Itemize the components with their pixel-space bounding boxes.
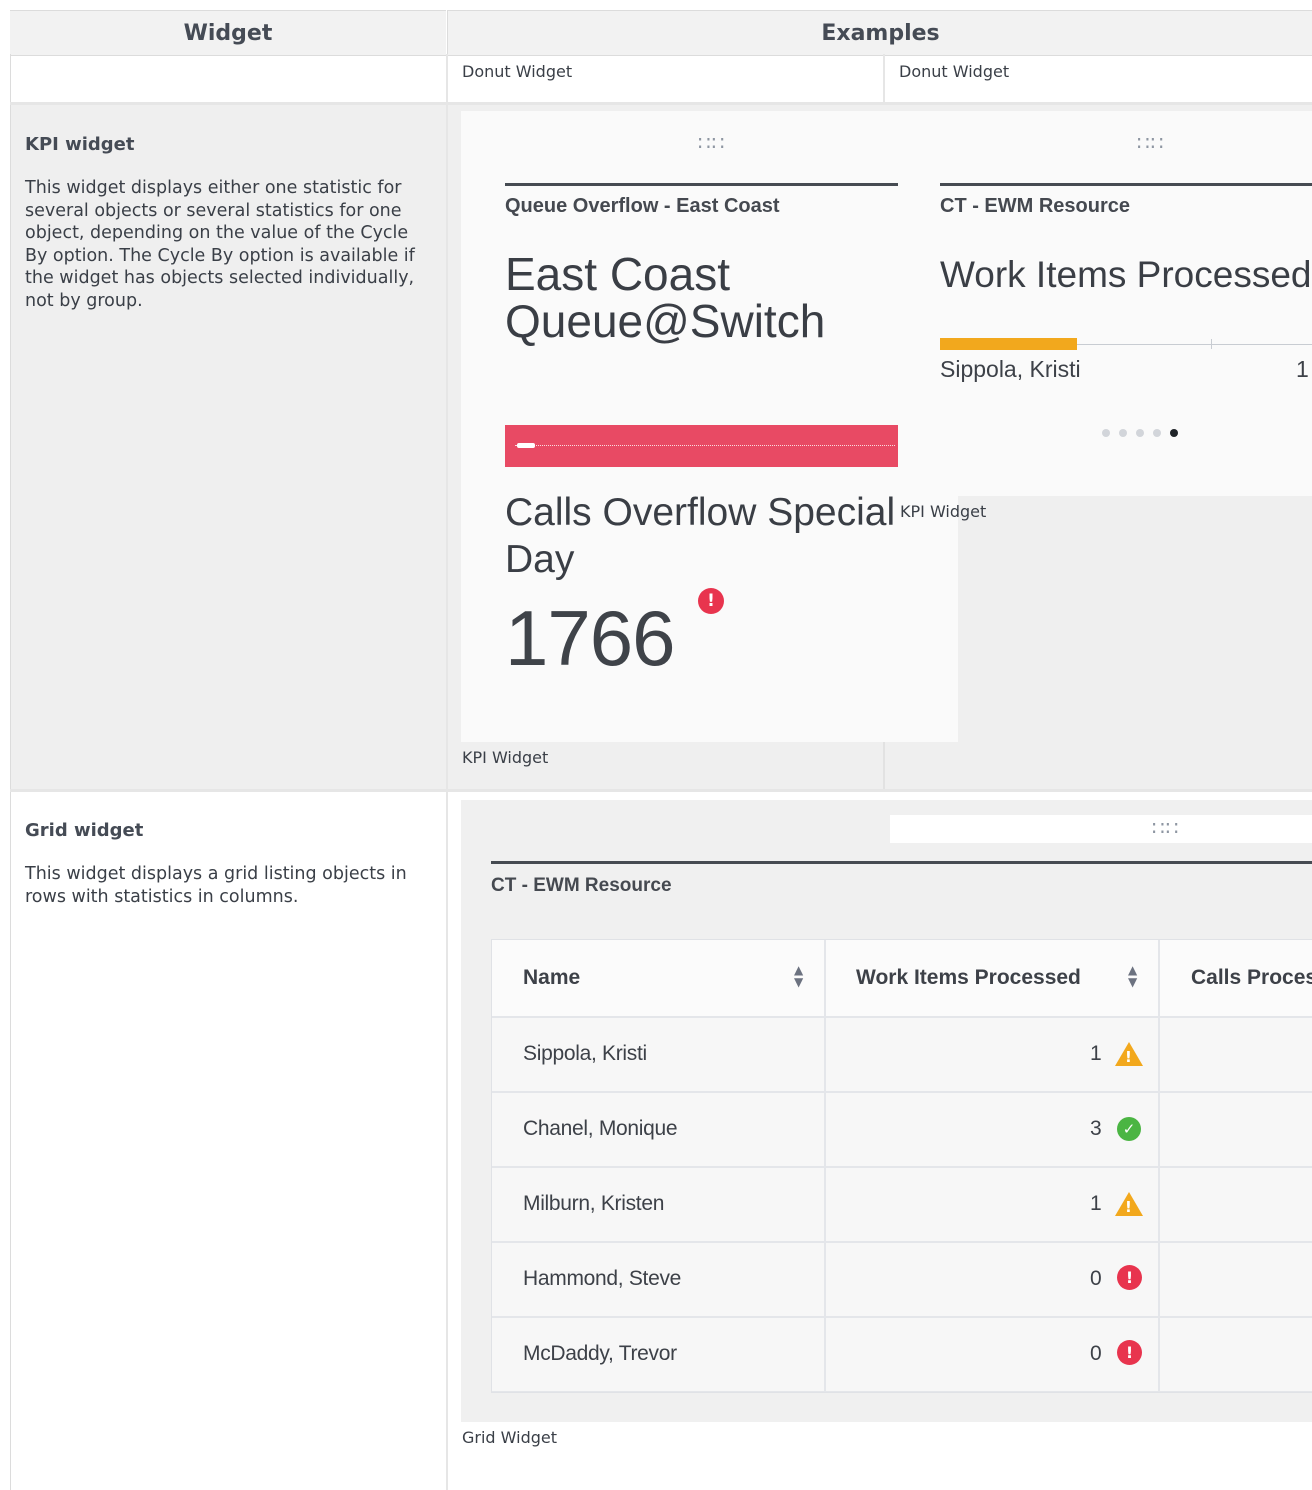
card-header: CT - EWM Resource	[940, 195, 1131, 217]
card-header-rule	[491, 861, 1312, 864]
error-icon: !	[1117, 1265, 1142, 1290]
card-header: CT - EWM Resource	[491, 875, 672, 896]
warning-mark: !	[1125, 1198, 1132, 1216]
grid-card: ∷∷ CT - EWM Resource Name ▲ ▼ Work Items …	[461, 800, 1312, 1422]
warning-mark: !	[1125, 1048, 1132, 1066]
name-cell: Milburn, Kristen	[492, 1168, 826, 1241]
examples-divider-donut	[883, 54, 885, 103]
name-cell: Hammond, Steve	[492, 1243, 826, 1316]
kpi-caption-2: KPI Widget	[900, 502, 987, 521]
resource-name: Chanel, Monique	[523, 1117, 678, 1140]
drag-handle-icon[interactable]: ∷∷	[1152, 818, 1179, 838]
grid-table: Name ▲ ▼ Work Items Processed ▲ ▼ Calls Pr…	[491, 939, 1312, 1393]
donut-caption-2: Donut Widget	[899, 62, 1010, 81]
pager-dots	[1102, 429, 1178, 437]
kpi-card-queue-overflow: ∷∷ Queue Overflow - East Coast East Coas…	[461, 111, 958, 742]
sort-icon[interactable]: ▲ ▼	[794, 964, 803, 988]
column-label: Work Items Processed	[856, 966, 1081, 989]
work-items-value: 1	[1090, 1042, 1102, 1065]
calls-cell	[1160, 1318, 1312, 1391]
grid-column-header-calls[interactable]: Calls Proces	[1160, 940, 1312, 1016]
pager-dot[interactable]	[1136, 429, 1144, 437]
card-header-rule	[940, 183, 1312, 186]
resource-name: Hammond, Steve	[523, 1267, 682, 1290]
work-items-cell: 1!	[826, 1018, 1160, 1091]
grid-column-header-name[interactable]: Name ▲ ▼	[492, 940, 826, 1016]
calls-cell	[1160, 1243, 1312, 1316]
checkmark-icon: ✓	[1117, 1117, 1141, 1141]
kpi-value: 1766	[505, 594, 676, 682]
error-status-icon: !	[698, 588, 724, 614]
card-header: Queue Overflow - East Coast	[505, 195, 780, 217]
table-row[interactable]: Milburn, Kristen 1!	[492, 1168, 1312, 1243]
work-items-value: 0	[1090, 1342, 1102, 1365]
drag-handle-icon[interactable]: ∷∷	[698, 133, 725, 153]
calls-cell	[1160, 1093, 1312, 1166]
row-divider-2	[10, 789, 1312, 792]
work-items-value: 1	[1090, 1192, 1102, 1215]
kpi-bar-tick	[1211, 339, 1212, 349]
kpi-bar-value: 1	[1296, 356, 1309, 382]
kpi-threshold-bar	[505, 425, 898, 467]
grid-widget-title: Grid widget	[25, 820, 144, 841]
pager-dot[interactable]	[1102, 429, 1110, 437]
table-row[interactable]: Sippola, Kristi 1!	[492, 1018, 1312, 1093]
donut-caption-1: Donut Widget	[462, 62, 573, 81]
calls-cell	[1160, 1168, 1312, 1241]
kpi-caption-1: KPI Widget	[462, 748, 549, 767]
resource-name: Sippola, Kristi	[523, 1042, 647, 1065]
pager-dot[interactable]	[1170, 429, 1178, 437]
calls-cell	[1160, 1018, 1312, 1091]
header-examples-label: Examples	[821, 20, 940, 46]
name-cell: Chanel, Monique	[492, 1093, 826, 1166]
grid-caption: Grid Widget	[462, 1428, 558, 1447]
table-header-widget: Widget	[10, 10, 446, 56]
resource-name: McDaddy, Trevor	[523, 1342, 677, 1365]
resource-name: Milburn, Kristen	[523, 1192, 665, 1215]
kpi-widget-title: KPI widget	[25, 134, 135, 155]
kpi-card-ewm-resource: ∷∷ CT - EWM Resource Work Items Processe…	[899, 111, 1312, 496]
kpi-bar-fill	[940, 338, 1077, 350]
error-icon: !	[1117, 1340, 1142, 1365]
work-items-cell: 3 ✓	[826, 1093, 1160, 1166]
name-cell: McDaddy, Trevor	[492, 1318, 826, 1391]
work-items-value: 3	[1090, 1117, 1102, 1140]
warning-icon: !	[1115, 1042, 1143, 1066]
examples-divider-kpi	[883, 742, 885, 789]
work-items-cell: 0!	[826, 1243, 1160, 1316]
column-label: Calls Proces	[1191, 966, 1312, 989]
work-items-value: 0	[1090, 1267, 1102, 1290]
threshold-bar-marker	[517, 443, 535, 448]
grid-column-header-work-items[interactable]: Work Items Processed ▲ ▼	[826, 940, 1160, 1016]
warning-icon: !	[1115, 1192, 1143, 1216]
grid-widget-description: This widget displays a grid listing obje…	[25, 864, 407, 907]
table-row[interactable]: Chanel, Monique 3 ✓	[492, 1093, 1312, 1168]
work-items-cell: 0!	[826, 1318, 1160, 1391]
header-widget-label: Widget	[183, 20, 273, 46]
column-label: Name	[523, 966, 581, 989]
kpi-widget-description: This widget displays either one statisti…	[25, 178, 415, 311]
threshold-bar-dotted-line	[515, 445, 895, 446]
card-header-rule	[505, 183, 898, 186]
name-cell: Sippola, Kristi	[492, 1018, 826, 1091]
kpi-stat-name: Calls Overflow Special Day	[505, 491, 896, 581]
kpi-object-name: East Coast Queue@Switch	[505, 248, 826, 347]
sort-icon[interactable]: ▲ ▼	[1128, 964, 1137, 988]
kpi-bar-label: Sippola, Kristi	[940, 356, 1081, 382]
pager-dot[interactable]	[1153, 429, 1161, 437]
table-row[interactable]: McDaddy, Trevor 0!	[492, 1318, 1312, 1392]
table-header-examples: Examples	[447, 10, 1312, 56]
work-items-cell: 1!	[826, 1168, 1160, 1241]
pager-dot[interactable]	[1119, 429, 1127, 437]
kpi-stat-name: Work Items Processed	[940, 254, 1312, 295]
table-row[interactable]: Hammond, Steve 0!	[492, 1243, 1312, 1318]
drag-handle-icon[interactable]: ∷∷	[1137, 133, 1164, 153]
grid-card-toolbar	[890, 815, 1312, 843]
